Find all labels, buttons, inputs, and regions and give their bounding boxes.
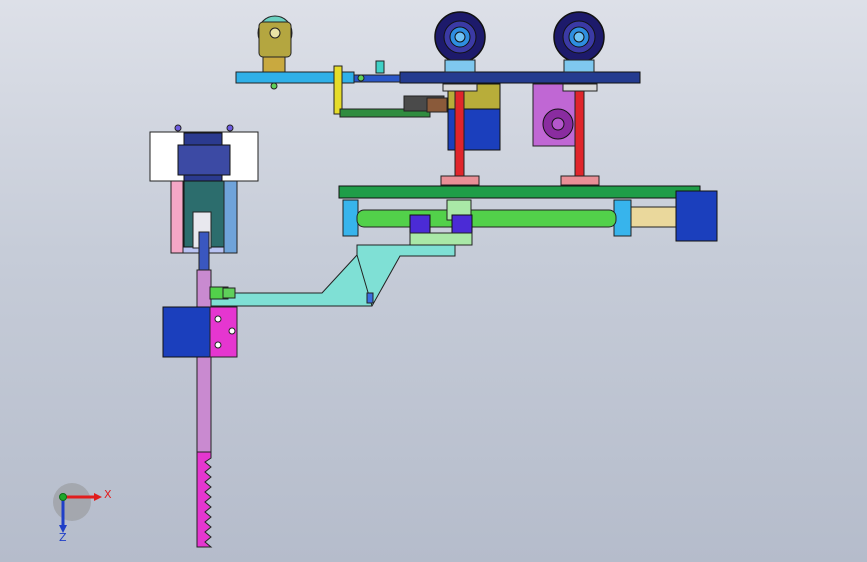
slide-column [196,269,212,453]
green-plate [338,185,701,199]
coordinate-triad: X Z [53,483,112,544]
cad-viewport[interactable]: X Z [0,0,867,562]
rail-block-right [613,199,632,237]
drive-wheel-left [434,11,486,73]
linear-rail [356,209,617,228]
arm-bracket [209,244,456,307]
x-arrowhead-icon [94,493,102,501]
toothed-rack [196,451,213,548]
rail-block-left [342,199,359,237]
motor-right [532,83,578,147]
top-left-roller-unit [257,15,293,75]
y-axis-dot [59,493,67,501]
yellow-hanger [333,65,343,115]
x-axis-label: X [104,488,112,501]
assembly-drawing: X Z [53,11,718,548]
rail-motor [675,190,718,242]
carriage-frame [338,185,718,242]
hanger-linkage [333,60,448,118]
screw-coupler [630,206,680,228]
z-axis-label: Z [59,531,67,544]
gripper-motor [162,306,238,358]
drive-wheel-right [553,11,605,73]
right-plate [399,71,641,84]
roller-bracket [258,21,292,58]
